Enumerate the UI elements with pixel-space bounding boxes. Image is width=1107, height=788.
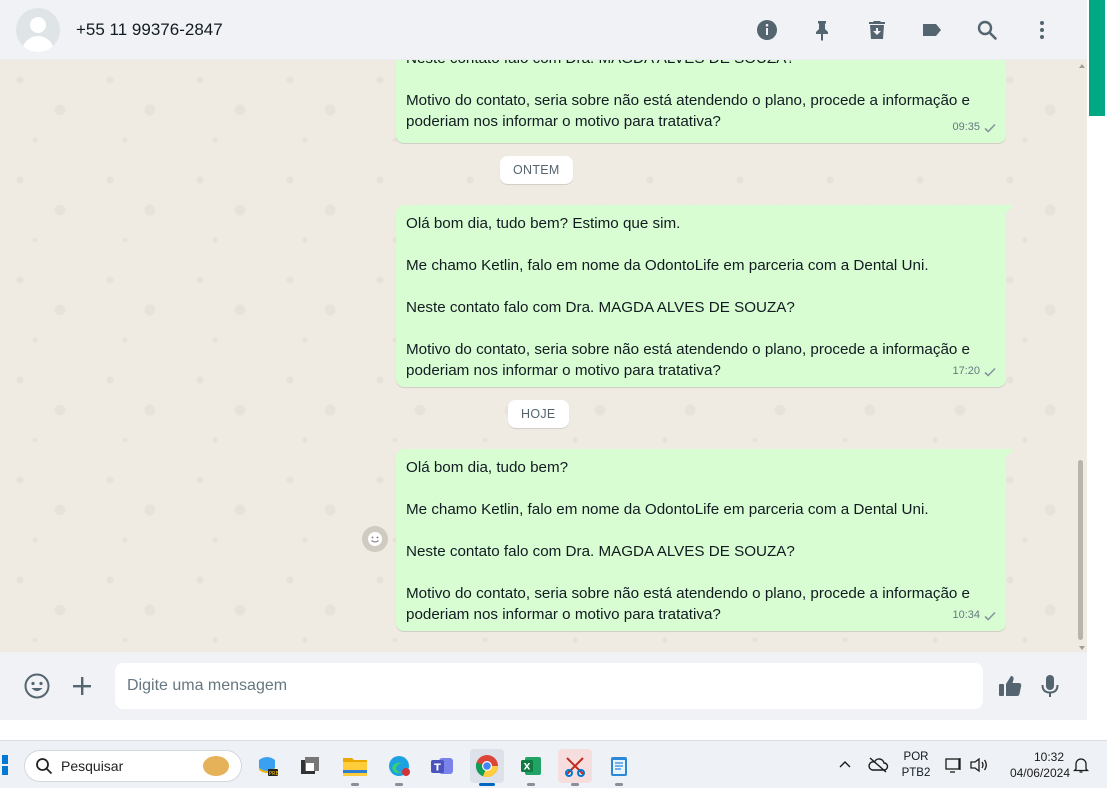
scroll-up-arrow-icon[interactable]	[1079, 64, 1085, 68]
onedrive-offline-icon[interactable]	[867, 741, 889, 788]
message-list[interactable]: Neste contato falo com Dra. MAGDA ALVES …	[0, 60, 1087, 652]
message-paragraph: Me chamo Ketlin, falo em nome da OdontoL…	[406, 257, 929, 274]
snipping-tool-icon[interactable]	[558, 749, 592, 786]
excel-icon[interactable]: X	[514, 749, 548, 786]
svg-text:PRE: PRE	[269, 771, 279, 777]
message-paragraph: Olá bom dia, tudo bem?	[406, 459, 569, 476]
date-chip: HOJE	[508, 400, 569, 428]
show-hidden-icons-icon[interactable]	[836, 741, 854, 788]
attach-plus-icon[interactable]	[63, 667, 101, 705]
message-paragraph: Neste contato falo com Dra. MAGDA ALVES …	[406, 543, 795, 560]
windows-taskbar: Pesquisar PRE T X POR PTB2 10:32 04/06/2…	[0, 740, 1107, 788]
keyboard-layout: PTB2	[901, 767, 931, 779]
search-icon	[36, 758, 53, 775]
volume-icon[interactable]	[969, 741, 989, 788]
contact-name[interactable]: +55 11 99376-2847	[76, 20, 223, 40]
notepad-icon[interactable]	[602, 749, 636, 786]
message-meta: 17:20	[952, 361, 997, 382]
delete-icon[interactable]	[861, 14, 893, 46]
message-paragraph: Olá bom dia, tudo bem? Estimo que sim.	[406, 215, 681, 232]
message-paragraph: Motivo do contato, seria sobre não está …	[406, 341, 970, 379]
message-meta: 09:35	[952, 117, 997, 138]
edge-icon[interactable]	[382, 749, 416, 786]
network-icon[interactable]	[944, 741, 964, 788]
windows-start-icon[interactable]	[0, 755, 8, 775]
chat-header: +55 11 99376-2847	[0, 0, 1087, 60]
check-icon	[984, 123, 996, 133]
file-explorer-icon[interactable]	[338, 749, 372, 786]
chrome-icon[interactable]	[470, 749, 504, 786]
info-icon[interactable]	[751, 14, 783, 46]
message-time: 17:20	[952, 365, 980, 377]
contact-avatar[interactable]	[16, 7, 60, 52]
reaction-emoji-icon[interactable]	[362, 526, 388, 552]
notification-bell-icon[interactable]	[1072, 741, 1090, 788]
message-paragraph: Neste contato falo com Dra. MAGDA ALVES …	[406, 299, 795, 316]
message-paragraph: Me chamo Ketlin, falo em nome da OdontoL…	[406, 501, 929, 518]
page-scroll-thumb[interactable]	[1089, 0, 1105, 116]
copilot-icon[interactable]: PRE	[250, 749, 284, 783]
language-code: POR	[903, 751, 929, 763]
message-time: 10:34	[952, 609, 980, 621]
message-bubble[interactable]: Olá bom dia, tudo bem? Me chamo Ketlin, …	[396, 449, 1014, 631]
taskbar-search-label: Pesquisar	[61, 758, 124, 774]
pin-icon[interactable]	[806, 14, 838, 46]
check-icon	[984, 367, 996, 377]
message-paragraph: Motivo do contato, seria sobre não está …	[406, 92, 970, 130]
label-icon[interactable]	[916, 14, 948, 46]
message-bubble[interactable]: Olá bom dia, tudo bem? Estimo que sim. M…	[396, 205, 1014, 387]
input-language[interactable]: POR PTB2	[900, 749, 932, 781]
browser-bottom-margin	[0, 720, 1107, 740]
chat-scroll-thumb[interactable]	[1078, 460, 1083, 640]
svg-text:X: X	[524, 763, 531, 773]
thumbs-up-icon[interactable]	[991, 667, 1029, 705]
message-meta: 10:34	[952, 605, 997, 626]
message-time: 09:35	[952, 121, 980, 133]
task-view-icon[interactable]	[293, 749, 327, 783]
teams-icon[interactable]: T	[425, 749, 459, 783]
search-highlight-icon	[203, 756, 229, 776]
search-icon[interactable]	[971, 14, 1003, 46]
scroll-down-arrow-icon[interactable]	[1079, 646, 1085, 650]
system-clock[interactable]: 10:32 04/06/2024	[998, 749, 1070, 781]
message-input[interactable]	[115, 663, 983, 709]
taskbar-search[interactable]: Pesquisar	[24, 750, 242, 782]
message-composer	[0, 652, 1087, 720]
clock-time: 10:32	[1033, 750, 1064, 764]
emoji-icon[interactable]	[18, 667, 56, 705]
message-paragraph: Neste contato falo com Dra. MAGDA ALVES …	[406, 60, 996, 69]
check-icon	[984, 611, 996, 621]
clock-date: 04/06/2024	[1009, 766, 1070, 780]
svg-text:T: T	[434, 763, 441, 774]
message-bubble[interactable]: Neste contato falo com Dra. MAGDA ALVES …	[396, 60, 1006, 143]
message-paragraph: Motivo do contato, seria sobre não está …	[406, 585, 970, 623]
microphone-icon[interactable]	[1031, 667, 1069, 705]
chat-scrollbar[interactable]	[1076, 60, 1085, 652]
page-scrollbar[interactable]	[1087, 0, 1107, 720]
date-chip: ONTEM	[500, 156, 573, 184]
header-actions	[751, 14, 1058, 46]
menu-icon[interactable]	[1026, 14, 1058, 46]
